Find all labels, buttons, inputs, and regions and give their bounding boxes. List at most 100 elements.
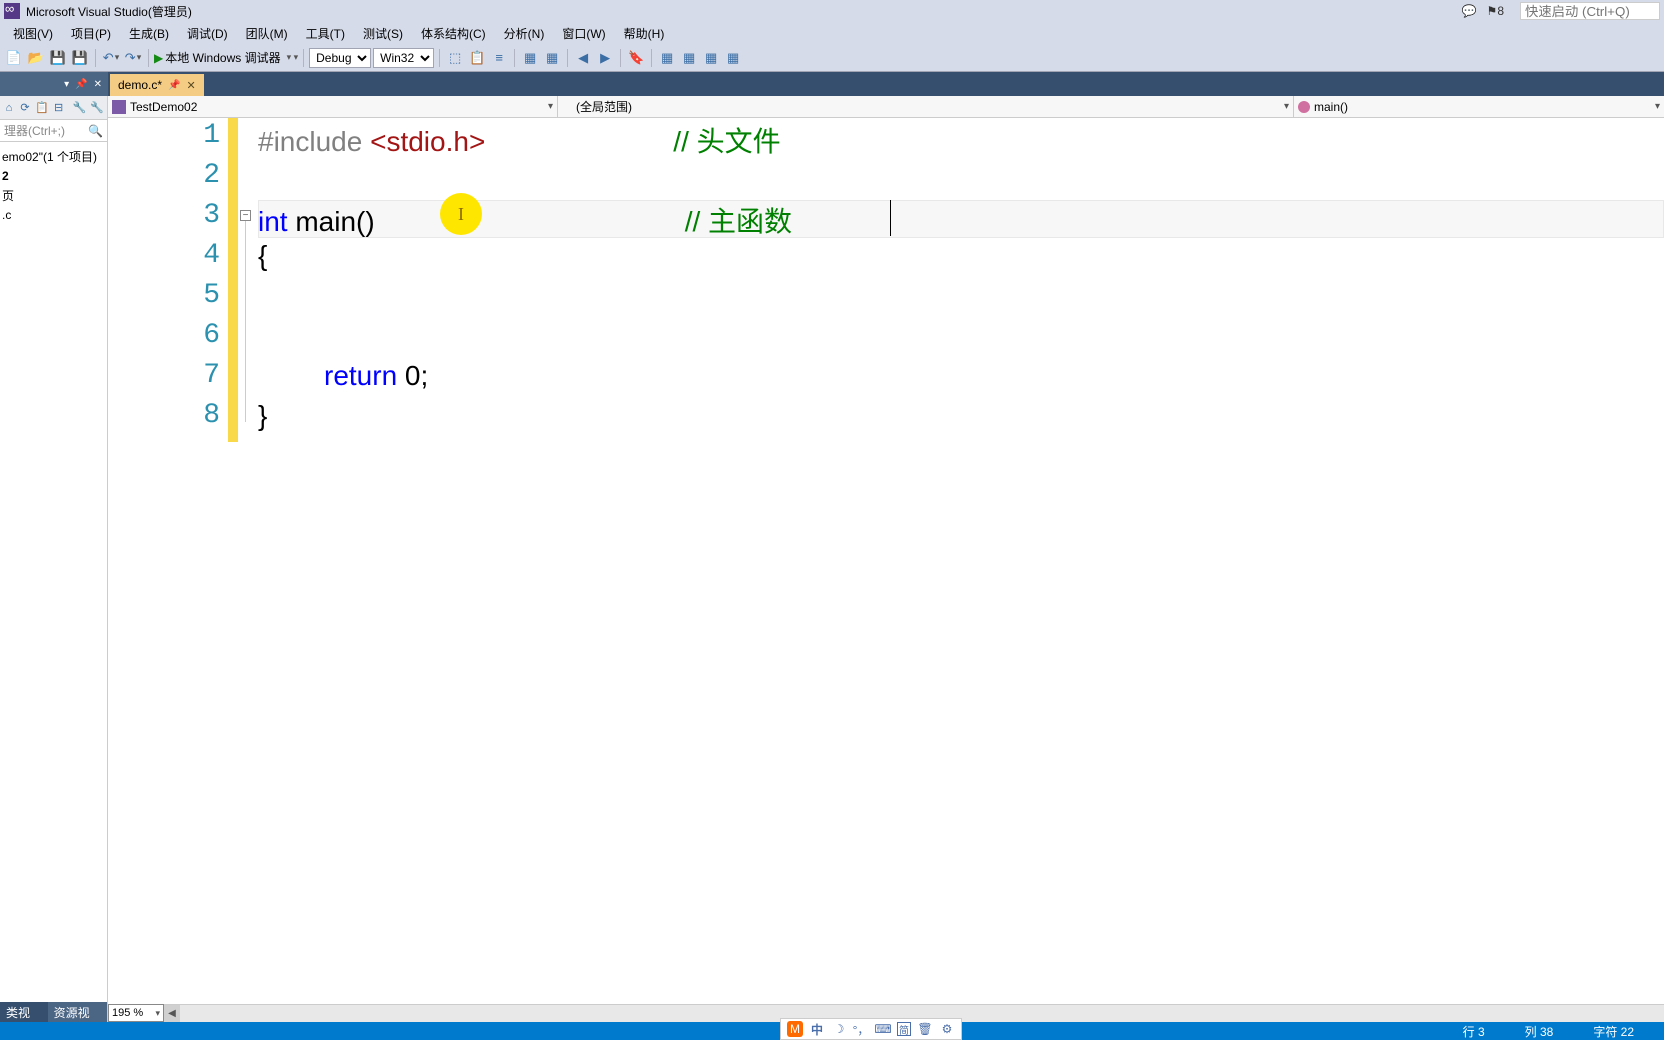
menu-window[interactable]: 窗口(W) (553, 23, 614, 44)
ime-settings-icon[interactable]: ⚙ (939, 1021, 955, 1037)
ime-keyboard-icon[interactable]: ⌨ (875, 1021, 891, 1037)
menu-test[interactable]: 测试(S) (354, 23, 412, 44)
line-number: 1 (203, 120, 220, 151)
refresh-icon[interactable]: ⟳ (19, 100, 31, 116)
menu-tools[interactable]: 工具(T) (297, 23, 354, 44)
side-bottom-tabs: 类视图 资源视图 (0, 1002, 107, 1022)
modification-indicator (228, 118, 238, 442)
close-tab-icon[interactable]: ✕ (186, 79, 195, 92)
status-char: 字符 22 (1593, 1023, 1634, 1040)
main-toolbar: 📄 📂 💾 💾 ↶ ↷ ▶ 本地 Windows 调试器▾ ▾ Debug Wi… (0, 44, 1664, 72)
collapse-icon[interactable]: ⊟ (53, 100, 65, 116)
code-line-7[interactable]: return 0; (324, 360, 428, 392)
feedback-icon[interactable]: 💬 (1462, 4, 1477, 18)
play-icon[interactable]: ▶ (154, 51, 163, 65)
scroll-left-icon[interactable]: ◀ (164, 1005, 180, 1022)
menu-bar: 视图(V) 项目(P) 生成(B) 调试(D) 团队(M) 工具(T) 测试(S… (0, 22, 1664, 44)
ime-moon-icon[interactable]: ☽ (831, 1021, 847, 1037)
tool-icon-3[interactable]: ≡ (489, 48, 509, 68)
nav-scope-label: TestDemo02 (130, 100, 197, 114)
menu-analyze[interactable]: 分析(N) (495, 23, 554, 44)
file-node[interactable]: .c (2, 206, 105, 224)
project-node[interactable]: 2 (2, 167, 105, 185)
copy-icon[interactable]: 📋 (35, 100, 49, 116)
save-all-icon[interactable]: 💾 (70, 48, 90, 68)
indent-icon[interactable]: ▶ (595, 48, 615, 68)
line-number: 3 (203, 200, 220, 231)
code-line-1[interactable]: #include <stdio.h>// 头文件 (258, 120, 781, 160)
solution-explorer-toolbar: ⌂ ⟳ 📋 ⊟ 🔧 🔧 (0, 96, 107, 120)
notifications-flag[interactable]: ⚑8 (1487, 4, 1504, 18)
line-number: 7 (203, 360, 220, 391)
nav-function-label: main() (1314, 100, 1348, 114)
ime-simp-toggle[interactable]: 简 (897, 1022, 911, 1036)
comment-icon[interactable]: ▦ (520, 48, 540, 68)
quick-launch-input[interactable] (1520, 2, 1660, 20)
ime-toolbar[interactable]: M 中 ☽ °， ⌨ 简 🗑 ⚙ (780, 1018, 962, 1040)
code-line-8[interactable]: } (258, 400, 267, 432)
properties-icon[interactable]: 🔧 (73, 100, 87, 116)
redo-button[interactable]: ↷ (123, 48, 143, 68)
uncomment-icon[interactable]: ▦ (542, 48, 562, 68)
config-select[interactable]: Debug (309, 48, 371, 68)
solution-tree[interactable]: emo02"(1 个项目) 2 页 .c (0, 142, 107, 228)
menu-build[interactable]: 生成(B) (120, 23, 178, 44)
menu-project[interactable]: 项目(P) (62, 23, 120, 44)
home-icon[interactable]: ⌂ (3, 100, 15, 116)
text-caret (890, 200, 891, 236)
bookmark-icon[interactable]: 🔖 (626, 48, 646, 68)
line-number: 8 (203, 400, 220, 431)
fold-toggle[interactable]: − (240, 210, 251, 221)
function-icon (1298, 101, 1310, 113)
menu-debug[interactable]: 调试(D) (178, 23, 237, 44)
tool-icon-1[interactable]: ⬚ (445, 48, 465, 68)
menu-arch[interactable]: 体系结构(C) (412, 23, 495, 44)
status-line: 行 3 (1463, 1023, 1485, 1040)
solution-search[interactable]: 理器(Ctrl+;) 🔍 (0, 120, 107, 142)
line-number: 4 (203, 240, 220, 271)
ime-punct-icon[interactable]: °， (853, 1021, 869, 1037)
ime-cn-toggle[interactable]: 中 (809, 1021, 825, 1037)
new-file-icon[interactable]: 📄 (4, 48, 24, 68)
menu-team[interactable]: 团队(M) (237, 23, 297, 44)
status-col: 列 38 (1525, 1023, 1554, 1040)
search-icon: 🔍 (88, 124, 103, 138)
code-editor[interactable]: 1 2 3 4 5 6 7 8 − #include <stdio.h>// 头… (108, 118, 1664, 1004)
solution-node[interactable]: emo02"(1 个项目) (2, 146, 105, 167)
misc-icon-3[interactable]: ▦ (701, 48, 721, 68)
undo-button[interactable]: ↶ (101, 48, 121, 68)
misc-icon-2[interactable]: ▦ (679, 48, 699, 68)
project-icon (112, 100, 126, 114)
tool-icon-2[interactable]: 📋 (467, 48, 487, 68)
wrench-icon[interactable]: 🔧 (90, 100, 104, 116)
pushpin-icon[interactable]: 📌 (75, 79, 87, 90)
misc-icon-4[interactable]: ▦ (723, 48, 743, 68)
code-line-4[interactable]: { (258, 240, 267, 272)
ime-logo-icon[interactable]: M (787, 1021, 803, 1037)
zoom-dropdown[interactable]: 195 % (108, 1004, 164, 1022)
line-number: 6 (203, 320, 220, 351)
misc-icon-1[interactable]: ▦ (657, 48, 677, 68)
platform-select[interactable]: Win32 (373, 48, 434, 68)
menu-view[interactable]: 视图(V) (4, 23, 62, 44)
tab-resource-view[interactable]: 资源视图 (48, 1002, 107, 1022)
folder-node[interactable]: 页 (2, 185, 105, 206)
debug-target[interactable]: 本地 Windows 调试器 (165, 49, 280, 66)
save-icon[interactable]: 💾 (48, 48, 68, 68)
pin-tab-icon[interactable]: 📌 (168, 80, 180, 91)
nav-scope-dropdown[interactable]: TestDemo02 (108, 96, 558, 117)
file-tab-democ[interactable]: demo.c* 📌 ✕ (110, 74, 204, 96)
close-panel-icon[interactable]: ✕ (94, 79, 102, 90)
tab-class-view[interactable]: 类视图 (0, 1002, 48, 1022)
nav-function-dropdown[interactable]: main() (1294, 96, 1664, 117)
solution-explorer-panel: ⌂ ⟳ 📋 ⊟ 🔧 🔧 理器(Ctrl+;) 🔍 emo02"(1 个项目) 2… (0, 96, 108, 1022)
nav-class-dropdown[interactable]: (全局范围) (558, 96, 1294, 117)
menu-help[interactable]: 帮助(H) (615, 23, 674, 44)
vs-logo-icon (4, 3, 20, 19)
title-bar: Microsoft Visual Studio(管理员) 💬 ⚑8 (0, 0, 1664, 22)
ime-trash-icon[interactable]: 🗑 (917, 1021, 933, 1037)
open-icon[interactable]: 📂 (26, 48, 46, 68)
line-number: 5 (203, 280, 220, 311)
pin-icon[interactable]: ▾ (64, 79, 69, 90)
outdent-icon[interactable]: ◀ (573, 48, 593, 68)
